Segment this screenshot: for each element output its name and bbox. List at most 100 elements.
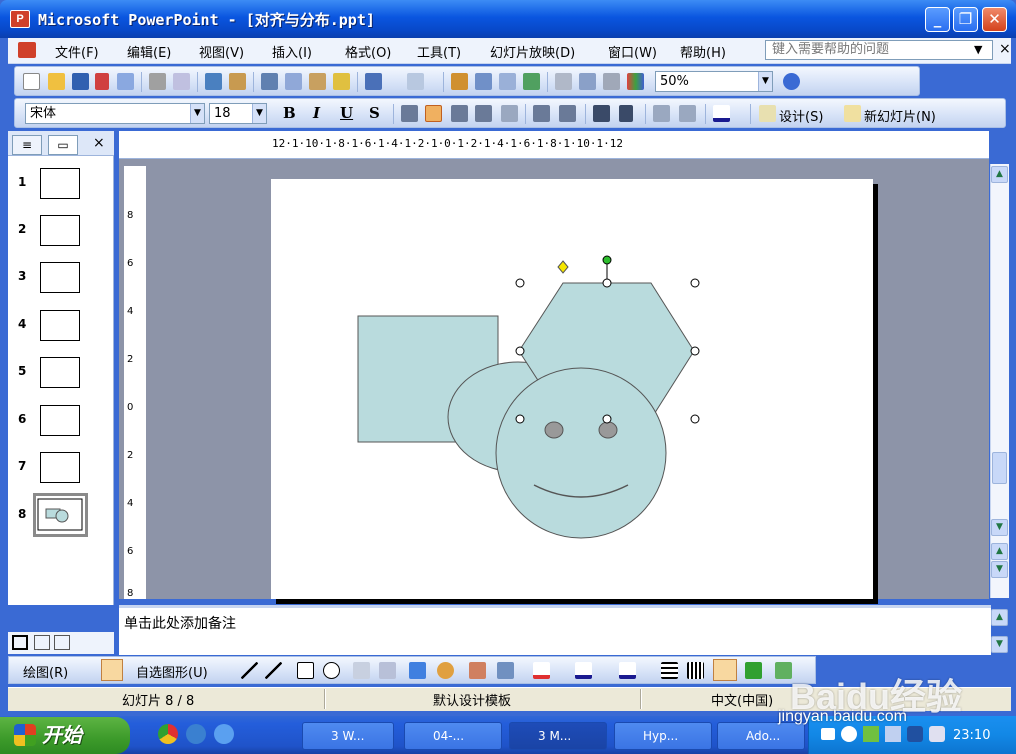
menu-help[interactable]: 帮助(H) bbox=[680, 42, 726, 61]
spelling-icon[interactable] bbox=[205, 73, 222, 90]
chevron-down-icon[interactable]: ▼ bbox=[758, 72, 772, 91]
print-preview-icon[interactable] bbox=[173, 73, 190, 90]
slide-thumbnail-4[interactable] bbox=[40, 310, 80, 341]
design-button[interactable]: 设计(S) bbox=[779, 106, 823, 125]
slide-thumbnail-8-selected[interactable] bbox=[33, 493, 88, 537]
network-icon[interactable] bbox=[863, 726, 879, 742]
draw-menu-button[interactable]: 绘图(R) bbox=[23, 662, 68, 681]
font-select[interactable]: 宋体 bbox=[25, 103, 205, 124]
align-center-icon[interactable] bbox=[425, 105, 442, 122]
normal-view-icon[interactable] bbox=[12, 635, 28, 650]
keyboard-icon[interactable] bbox=[821, 728, 835, 740]
grid-icon[interactable] bbox=[603, 73, 620, 90]
chevron-down-icon[interactable]: ▼ bbox=[190, 104, 204, 123]
tables-borders-icon[interactable] bbox=[499, 73, 516, 90]
distribute-icon[interactable] bbox=[501, 105, 518, 122]
scroll-up-button[interactable]: ▲ bbox=[991, 166, 1008, 183]
undo-icon[interactable] bbox=[365, 73, 382, 90]
volume-icon[interactable] bbox=[885, 726, 901, 742]
hyperlink-icon[interactable] bbox=[523, 73, 540, 90]
open-icon[interactable] bbox=[48, 73, 65, 90]
document-close-button[interactable]: × bbox=[999, 41, 1011, 57]
slideshow-icon[interactable] bbox=[54, 635, 70, 650]
research-icon[interactable] bbox=[229, 73, 246, 90]
tab-outline[interactable]: ≡ bbox=[12, 135, 42, 155]
font-color-icon[interactable] bbox=[713, 105, 730, 122]
oval-tool-icon[interactable] bbox=[323, 662, 340, 679]
insert-table-icon[interactable] bbox=[475, 73, 492, 90]
slide-thumbnail-6[interactable] bbox=[40, 405, 80, 436]
minimize-button[interactable]: _ bbox=[925, 7, 950, 32]
notes-pane[interactable] bbox=[119, 605, 991, 655]
menu-insert[interactable]: 插入(I) bbox=[272, 42, 312, 61]
clipart-icon[interactable] bbox=[469, 662, 486, 679]
diagram-icon[interactable] bbox=[437, 662, 454, 679]
numbering-icon[interactable] bbox=[533, 105, 550, 122]
textbox-icon[interactable] bbox=[353, 662, 370, 679]
slide-canvas[interactable] bbox=[271, 179, 873, 599]
task-button-explorer[interactable]: 3 W... bbox=[302, 722, 394, 750]
cut-icon[interactable] bbox=[261, 73, 278, 90]
help-dropdown-icon[interactable]: ▼ bbox=[974, 43, 982, 56]
print-icon[interactable] bbox=[149, 73, 166, 90]
slide-thumbnail-5[interactable] bbox=[40, 357, 80, 388]
next-slide-button[interactable]: ▼ bbox=[991, 561, 1008, 578]
chrome-icon[interactable] bbox=[158, 724, 178, 744]
italic-button[interactable]: I bbox=[313, 104, 320, 122]
slide-sorter-icon[interactable] bbox=[34, 635, 50, 650]
help-icon[interactable] bbox=[783, 73, 800, 90]
tab-slides[interactable]: ▭ bbox=[48, 135, 78, 155]
format-painter-icon[interactable] bbox=[333, 73, 350, 90]
arrow-tool-icon[interactable] bbox=[265, 662, 282, 679]
shadow-style-icon[interactable] bbox=[745, 662, 762, 679]
notes-placeholder[interactable]: 单击此处添加备注 bbox=[124, 613, 236, 633]
document-icon[interactable] bbox=[18, 42, 36, 58]
bullets-icon[interactable] bbox=[559, 105, 576, 122]
align-left-icon[interactable] bbox=[401, 105, 418, 122]
expand-all-icon[interactable] bbox=[555, 73, 572, 90]
ie-icon[interactable] bbox=[214, 724, 234, 744]
increase-font-icon[interactable] bbox=[593, 105, 610, 122]
fill-color-icon[interactable] bbox=[533, 662, 550, 679]
line-color-icon[interactable] bbox=[575, 662, 592, 679]
task-button-adobe[interactable]: Ado... bbox=[717, 722, 805, 750]
rectangle-tool-icon[interactable] bbox=[297, 662, 314, 679]
slide-thumbnail-2[interactable] bbox=[40, 215, 80, 246]
scroll-down-button[interactable]: ▼ bbox=[991, 519, 1008, 536]
save-icon[interactable] bbox=[72, 73, 89, 90]
pane-close-button[interactable]: × bbox=[93, 135, 105, 151]
notes-scroll-up[interactable]: ▲ bbox=[991, 609, 1008, 626]
line-tool-icon[interactable] bbox=[241, 662, 258, 679]
browser-icon[interactable] bbox=[186, 724, 206, 744]
help-search-input[interactable]: 键入需要帮助的问题 bbox=[765, 40, 993, 60]
security-icon[interactable] bbox=[907, 726, 923, 742]
close-window-button[interactable]: ✕ bbox=[982, 7, 1007, 32]
insert-chart-icon[interactable] bbox=[451, 73, 468, 90]
align-right-icon[interactable] bbox=[451, 105, 468, 122]
bold-button[interactable]: B bbox=[283, 104, 296, 122]
dash-style-icon[interactable] bbox=[687, 662, 704, 679]
previous-slide-button[interactable]: ▲ bbox=[991, 543, 1008, 560]
permission-icon[interactable] bbox=[95, 73, 109, 90]
clock[interactable]: 23:10 bbox=[953, 728, 990, 743]
insert-picture-icon[interactable] bbox=[497, 662, 514, 679]
show-formatting-icon[interactable] bbox=[579, 73, 596, 90]
select-pointer-icon[interactable] bbox=[101, 659, 123, 681]
task-button-hypersnap[interactable]: Hyp... bbox=[614, 722, 712, 750]
new-slide-button[interactable]: 新幻灯片(N) bbox=[864, 106, 936, 125]
menu-file[interactable]: 文件(F) bbox=[55, 42, 99, 61]
vertical-textbox-icon[interactable] bbox=[379, 662, 396, 679]
decrease-font-icon[interactable] bbox=[619, 105, 633, 122]
line-style-icon[interactable] bbox=[661, 662, 678, 679]
slide-thumbnail-1[interactable] bbox=[40, 168, 80, 199]
underline-button[interactable]: U bbox=[340, 104, 353, 122]
wordart-icon[interactable] bbox=[409, 662, 426, 679]
powerpoint-app-icon[interactable]: P bbox=[10, 10, 30, 28]
autoshapes-button[interactable]: 自选图形(U) bbox=[136, 662, 208, 681]
scroll-thumb[interactable] bbox=[992, 452, 1007, 484]
chevron-down-icon[interactable]: ▼ bbox=[252, 104, 266, 123]
shadow-button[interactable]: S bbox=[369, 104, 380, 122]
menu-slideshow[interactable]: 幻灯片放映(D) bbox=[490, 42, 575, 61]
slide-thumbnail-3[interactable] bbox=[40, 262, 80, 293]
input-method-icon[interactable] bbox=[929, 726, 945, 742]
